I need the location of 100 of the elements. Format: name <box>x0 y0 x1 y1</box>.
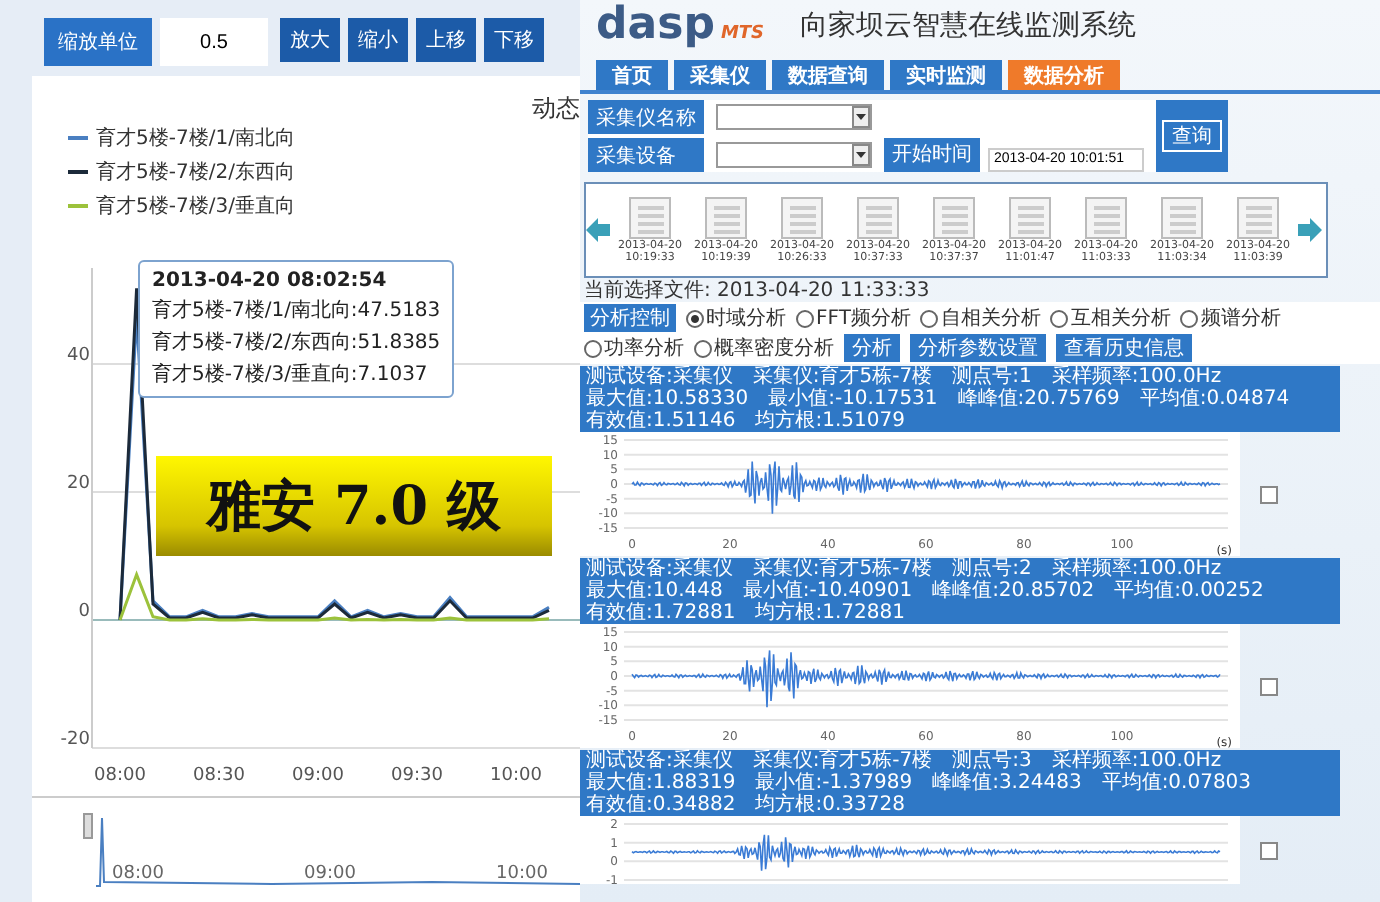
axis-tick-label: 10:00 <box>490 766 542 786</box>
form-label: 采集设备 <box>588 138 704 172</box>
channel-checkbox[interactable] <box>1260 841 1278 859</box>
document-icon <box>778 196 826 240</box>
analysis-button[interactable]: 分析 <box>844 334 900 362</box>
left-arrow-icon[interactable] <box>586 218 610 242</box>
axis-tick-label: 09:00 <box>292 766 344 786</box>
channel-stat: 平均值:0.07803 <box>1101 772 1252 794</box>
toolbar-button[interactable]: 下移 <box>484 18 544 62</box>
axis-tick-label: 09:00 <box>304 864 356 884</box>
current-file-label: 当前选择文件: 2013-04-20 11:33:33 <box>584 280 932 302</box>
channel-info: 采集仪:育才5栋-7楼 <box>752 558 933 580</box>
channel-stat: 峰峰值:3.24483 <box>932 772 1082 794</box>
channel-stat: 最小值:-10.17531 <box>768 388 938 410</box>
nav-tab[interactable]: 首页 <box>596 60 668 90</box>
query-button[interactable]: 查询 <box>1162 120 1222 152</box>
channel-stat: 有效值:1.51146 <box>586 410 736 432</box>
radio-label: 功率分析 <box>604 335 684 362</box>
channel-stat: 峰峰值:20.85702 <box>932 580 1095 602</box>
axis-tick-label: 08:00 <box>112 864 164 884</box>
channel-checkbox[interactable] <box>1260 485 1278 503</box>
axis-tick-label: 08:30 <box>193 766 245 786</box>
form-label: 采集仪名称 <box>588 100 704 134</box>
analysis-radio[interactable]: 时域分析 <box>686 304 786 332</box>
document-icon <box>702 196 750 240</box>
logo: dasp MTS <box>596 0 765 54</box>
nav-tab[interactable]: 采集仪 <box>674 60 766 90</box>
earthquake-banner: 雅安 7.0 级 <box>156 456 552 556</box>
channel-stat: 最大值:1.88319 <box>586 772 736 794</box>
channel-stat: 最小值:-10.40901 <box>742 580 913 602</box>
document-icon <box>930 196 978 240</box>
channel-stat: 平均值:0.00252 <box>1114 580 1264 602</box>
radio-label: 互相关分析 <box>1070 305 1171 332</box>
channel-info: 测试设备:采集仪 <box>586 558 733 580</box>
channel-info: 采集仪:育才5栋-7楼 <box>752 750 933 772</box>
analysis-radio[interactable]: 频谱分析 <box>1180 304 1281 332</box>
analysis-radio[interactable]: 自相关分析 <box>920 304 1041 332</box>
legend-item[interactable]: 育才5楼-7楼/2/东西向 <box>68 158 580 186</box>
channel-info: 测点号:2 <box>952 558 1032 580</box>
axis-tick-label: 08:00 <box>94 766 146 786</box>
right-arrow-icon[interactable] <box>1298 218 1322 242</box>
legend-item[interactable]: 育才5楼-7楼/3/垂直向 <box>68 192 580 220</box>
radio-label: 时域分析 <box>706 305 786 332</box>
axis-tick-label: 09:30 <box>391 766 443 786</box>
document-icon <box>626 196 674 240</box>
dropdown-icon <box>852 106 870 128</box>
navigator-drawing[interactable]: 08:00 09:00 10:00 <box>32 796 580 902</box>
radio-label: 自相关分析 <box>940 305 1041 332</box>
document-icon <box>854 196 902 240</box>
analysis-label: 分析控制 <box>584 304 676 332</box>
channel-info: 测试设备:采集仪 <box>586 366 733 388</box>
channel-stat: 均方根:1.72881 <box>755 602 905 624</box>
axis-tick-label: 40 <box>67 346 90 366</box>
channel-info: 采样频率:100.0Hz <box>1051 750 1222 772</box>
toolbar-button[interactable]: 缩小 <box>348 18 408 62</box>
axis-tick-label: -20 <box>60 730 90 750</box>
channel-stat: 有效值:0.34882 <box>586 794 736 816</box>
analysis-radio[interactable]: 互相关分析 <box>1050 304 1171 332</box>
axis-tick-label: 20 <box>67 474 90 494</box>
analysis-button[interactable]: 查看历史信息 <box>1056 334 1192 362</box>
radio-label: 概率密度分析 <box>714 335 834 362</box>
analysis-button[interactable]: 分析参数设置 <box>910 334 1046 362</box>
channel-checkbox[interactable] <box>1260 677 1278 695</box>
form-label: 开始时间 <box>884 137 980 171</box>
channel-info: 采样频率:100.0Hz <box>1051 366 1222 388</box>
channel-info: 采样频率:100.0Hz <box>1051 558 1222 580</box>
document-icon <box>1082 196 1130 240</box>
channel-stat: 最大值:10.58330 <box>586 388 749 410</box>
toolbar-button[interactable]: 上移 <box>416 18 476 62</box>
zoom-unit-input[interactable]: 0.5 <box>160 18 268 66</box>
legend-item[interactable]: 育才5楼-7楼/1/南北向 <box>68 124 580 152</box>
channel-stat: 最小值:-1.37989 <box>755 772 913 794</box>
panel-title-fragment: 动态 <box>532 92 580 126</box>
channel-stat: 有效值:1.72881 <box>586 602 736 624</box>
channel-info: 采集仪:育才5栋-7楼 <box>752 366 933 388</box>
nav-tab[interactable]: 数据查询 <box>772 60 884 90</box>
tooltip-line: 育才5楼-7楼/2/东西向:51.8385 <box>152 329 441 356</box>
axis-tick-label: 10:00 <box>496 864 548 884</box>
dropdown-icon <box>852 144 870 166</box>
nav-tab[interactable]: 实时监测 <box>890 60 1002 90</box>
channel-stat: 最大值:10.448 <box>586 580 723 602</box>
channel-info: 测试设备:采集仪 <box>586 750 733 772</box>
analysis-radio[interactable]: 概率密度分析 <box>694 334 834 362</box>
toolbar-button[interactable]: 放大 <box>280 18 340 62</box>
dropdown-field[interactable] <box>716 104 872 130</box>
analysis-radio[interactable]: FFT频分析 <box>796 304 911 332</box>
zoom-unit-label: 缩放单位 <box>44 18 152 66</box>
axis-tick-label: 0 <box>78 602 90 622</box>
tooltip-time: 2013-04-20 08:02:54 <box>152 270 389 292</box>
channel-stat: 均方根:1.51079 <box>755 410 905 432</box>
dropdown-field[interactable] <box>716 142 872 168</box>
channel-stat: 均方根:0.33728 <box>755 794 905 816</box>
channel-stat: 平均值:0.04874 <box>1139 388 1290 410</box>
analysis-radio[interactable]: 功率分析 <box>584 334 684 362</box>
tooltip-line: 育才5楼-7楼/1/南北向:47.5183 <box>152 297 441 324</box>
document-icon <box>1158 196 1206 240</box>
tooltip-line: 育才5楼-7楼/3/垂直向:7.1037 <box>152 361 430 388</box>
system-title: 向家坝云智慧在线监测系统 <box>800 8 1137 46</box>
document-icon <box>1006 196 1054 240</box>
radio-label: FFT频分析 <box>816 305 911 332</box>
